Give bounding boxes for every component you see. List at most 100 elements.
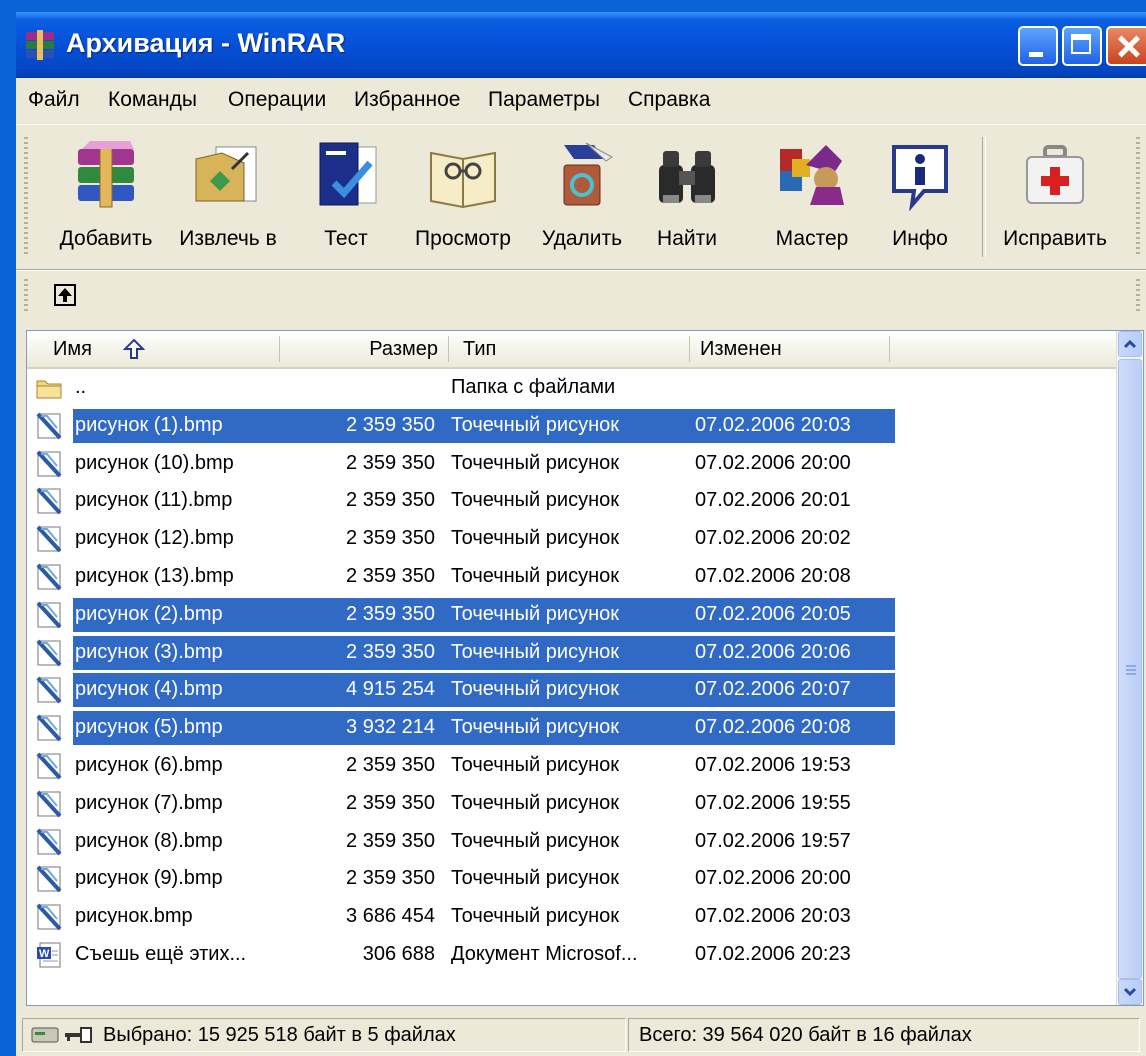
repair-label: Исправить	[1003, 227, 1107, 250]
bitmap-file-icon	[35, 412, 63, 440]
menu-help[interactable]: Справка	[628, 88, 710, 112]
file-name-cell: рисунок (12).bmp	[75, 527, 234, 550]
column-type-header[interactable]: Тип	[449, 331, 689, 367]
file-type-cell: Точечный рисунок	[451, 451, 619, 474]
file-name-cell: рисунок (2).bmp	[75, 602, 223, 625]
file-size-cell: 306 688	[362, 942, 435, 965]
column-divider[interactable]	[889, 336, 890, 362]
table-row[interactable]: рисунок (2).bmp 2 359 350 Точечный рисунок…	[27, 596, 1117, 634]
status-panel-total: Всего: 39 564 020 байт в 16 файлах	[628, 1018, 1140, 1052]
table-row[interactable]: рисунок (12).bmp 2 359 350 Точечный рисуно…	[27, 520, 1117, 558]
word-document-icon: W	[35, 941, 63, 969]
menu-operations[interactable]: Операции	[228, 88, 326, 112]
file-size-cell: 4 915 254	[346, 678, 435, 701]
extract-to-icon	[195, 146, 257, 202]
repair-button[interactable]: Исправить	[992, 133, 1118, 263]
table-row[interactable]: рисунок (6).bmp 2 359 350 Точечный рисунок…	[27, 747, 1117, 785]
file-size-cell: 2 359 350	[346, 867, 435, 890]
file-size-cell: 2 359 350	[346, 527, 435, 550]
drive-icon	[31, 1027, 59, 1043]
table-row[interactable]: рисунок (7).bmp 2 359 350 Точечный рисунок…	[27, 785, 1117, 823]
file-modified-cell: 07.02.2006 19:57	[695, 829, 851, 852]
info-button[interactable]: Инфо	[878, 133, 962, 263]
table-row[interactable]: рисунок.bmp 3 686 454 Точечный рисунок 07.0…	[27, 898, 1117, 936]
scroll-thumb[interactable]	[1118, 359, 1142, 979]
view-button[interactable]: Просмотр	[408, 133, 518, 263]
address-grip-right[interactable]	[1136, 279, 1140, 311]
chevron-down-icon	[1123, 987, 1137, 997]
table-row[interactable]: рисунок (1).bmp 2 359 350 Точечный рисунок…	[27, 407, 1117, 445]
file-name-cell: рисунок (1).bmp	[75, 413, 223, 436]
file-size-cell: 2 359 350	[346, 564, 435, 587]
test-button[interactable]: Тест	[300, 133, 392, 263]
file-name-cell: рисунок (13).bmp	[75, 564, 234, 587]
bitmap-file-icon	[35, 752, 63, 780]
file-size-cell: 2 359 350	[346, 791, 435, 814]
extract-to-button[interactable]: Извлечь в	[166, 133, 290, 263]
view-label: Просмотр	[415, 227, 511, 250]
file-size-cell: 2 359 350	[346, 413, 435, 436]
wizard-button[interactable]: Мастер	[756, 133, 868, 263]
file-modified-cell: 07.02.2006 20:03	[695, 413, 851, 436]
table-row[interactable]: рисунок (13).bmp 2 359 350 Точечный рисуно…	[27, 558, 1117, 596]
winrar-app-icon	[26, 30, 54, 60]
file-modified-cell: 07.02.2006 20:23	[695, 942, 851, 965]
status-panel-selected: Выбрано: 15 925 518 байт в 5 файлах	[22, 1018, 626, 1052]
file-modified-cell: 07.02.2006 20:00	[695, 867, 851, 890]
file-name-cell: Съешь ещё этих...	[75, 942, 247, 965]
file-size-cell: 2 359 350	[346, 753, 435, 776]
toolbar-grip[interactable]	[24, 137, 28, 257]
table-row[interactable]: рисунок (5).bmp 3 932 214 Точечный рисунок…	[27, 709, 1117, 747]
file-modified-cell: 07.02.2006 20:08	[695, 716, 851, 739]
file-type-cell: Точечный рисунок	[451, 640, 619, 663]
toolbar-grip-right[interactable]	[1136, 137, 1140, 257]
file-type-cell: Точечный рисунок	[451, 564, 619, 587]
file-list[interactable]: Имя Размер Тип Изменен .. Папка с файлами…	[26, 330, 1144, 1006]
column-size-header[interactable]: Размер	[280, 331, 448, 367]
minimize-button[interactable]	[1018, 26, 1058, 66]
file-modified-cell: 07.02.2006 20:01	[695, 489, 851, 512]
vertical-scrollbar[interactable]	[1116, 331, 1143, 1005]
bitmap-file-icon	[35, 714, 63, 742]
menu-favorites[interactable]: Избранное	[354, 88, 460, 112]
table-row[interactable]: рисунок (9).bmp 2 359 350 Точечный рисунок…	[27, 860, 1117, 898]
view-icon	[430, 151, 496, 209]
extract-to-label: Извлечь в	[179, 227, 277, 250]
file-size-cell: 2 359 350	[346, 829, 435, 852]
file-name-cell: рисунок (6).bmp	[75, 753, 223, 776]
menu-options[interactable]: Параметры	[488, 88, 600, 112]
find-button[interactable]: Найти	[646, 133, 728, 263]
add-label: Добавить	[59, 227, 153, 250]
table-row[interactable]: .. Папка с файлами	[27, 369, 1117, 407]
close-button[interactable]	[1106, 26, 1146, 66]
up-folder-button[interactable]	[54, 284, 76, 306]
address-grip[interactable]	[24, 279, 28, 311]
file-modified-cell: 07.02.2006 20:07	[695, 678, 851, 701]
scroll-down-button[interactable]	[1118, 979, 1142, 1005]
file-name-cell: рисунок (5).bmp	[75, 716, 223, 739]
table-row[interactable]: рисунок (4).bmp 4 915 254 Точечный рисунок…	[27, 671, 1117, 709]
table-row[interactable]: рисунок (3).bmp 2 359 350 Точечный рисунок…	[27, 634, 1117, 672]
file-type-cell: Папка с файлами	[451, 376, 616, 398]
table-row[interactable]: рисунок (11).bmp 2 359 350 Точечный рисуно…	[27, 482, 1117, 520]
menu-commands[interactable]: Команды	[108, 88, 197, 112]
bitmap-file-icon	[35, 865, 63, 893]
wizard-label: Мастер	[775, 227, 849, 250]
table-row[interactable]: W Съешь ещё этих... 306 688 Документ Micros…	[27, 936, 1117, 974]
table-row[interactable]: рисунок (8).bmp 2 359 350 Точечный рисунок…	[27, 823, 1117, 861]
maximize-button[interactable]	[1062, 26, 1102, 66]
file-modified-cell: 07.02.2006 20:03	[695, 905, 851, 928]
status-total-text: Всего: 39 564 020 байт в 16 файлах	[639, 1024, 972, 1046]
delete-button[interactable]: Удалить	[534, 133, 630, 263]
scroll-up-button[interactable]	[1118, 331, 1142, 357]
menu-file[interactable]: Файл	[28, 88, 80, 112]
title-bar[interactable]: Архивация - WinRAR	[16, 12, 1146, 78]
add-button[interactable]: Добавить	[46, 133, 166, 263]
column-modified-header[interactable]: Изменен	[690, 331, 890, 367]
table-row[interactable]: рисунок (10).bmp 2 359 350 Точечный рисуно…	[27, 445, 1117, 483]
file-modified-cell: 07.02.2006 20:06	[695, 640, 851, 663]
file-size-cell: 2 359 350	[346, 640, 435, 663]
folder-icon	[35, 374, 63, 402]
winrar-window: Архивация - WinRAR Файл Команды Операции…	[16, 12, 1146, 1056]
column-name-header[interactable]: Имя	[27, 331, 279, 367]
